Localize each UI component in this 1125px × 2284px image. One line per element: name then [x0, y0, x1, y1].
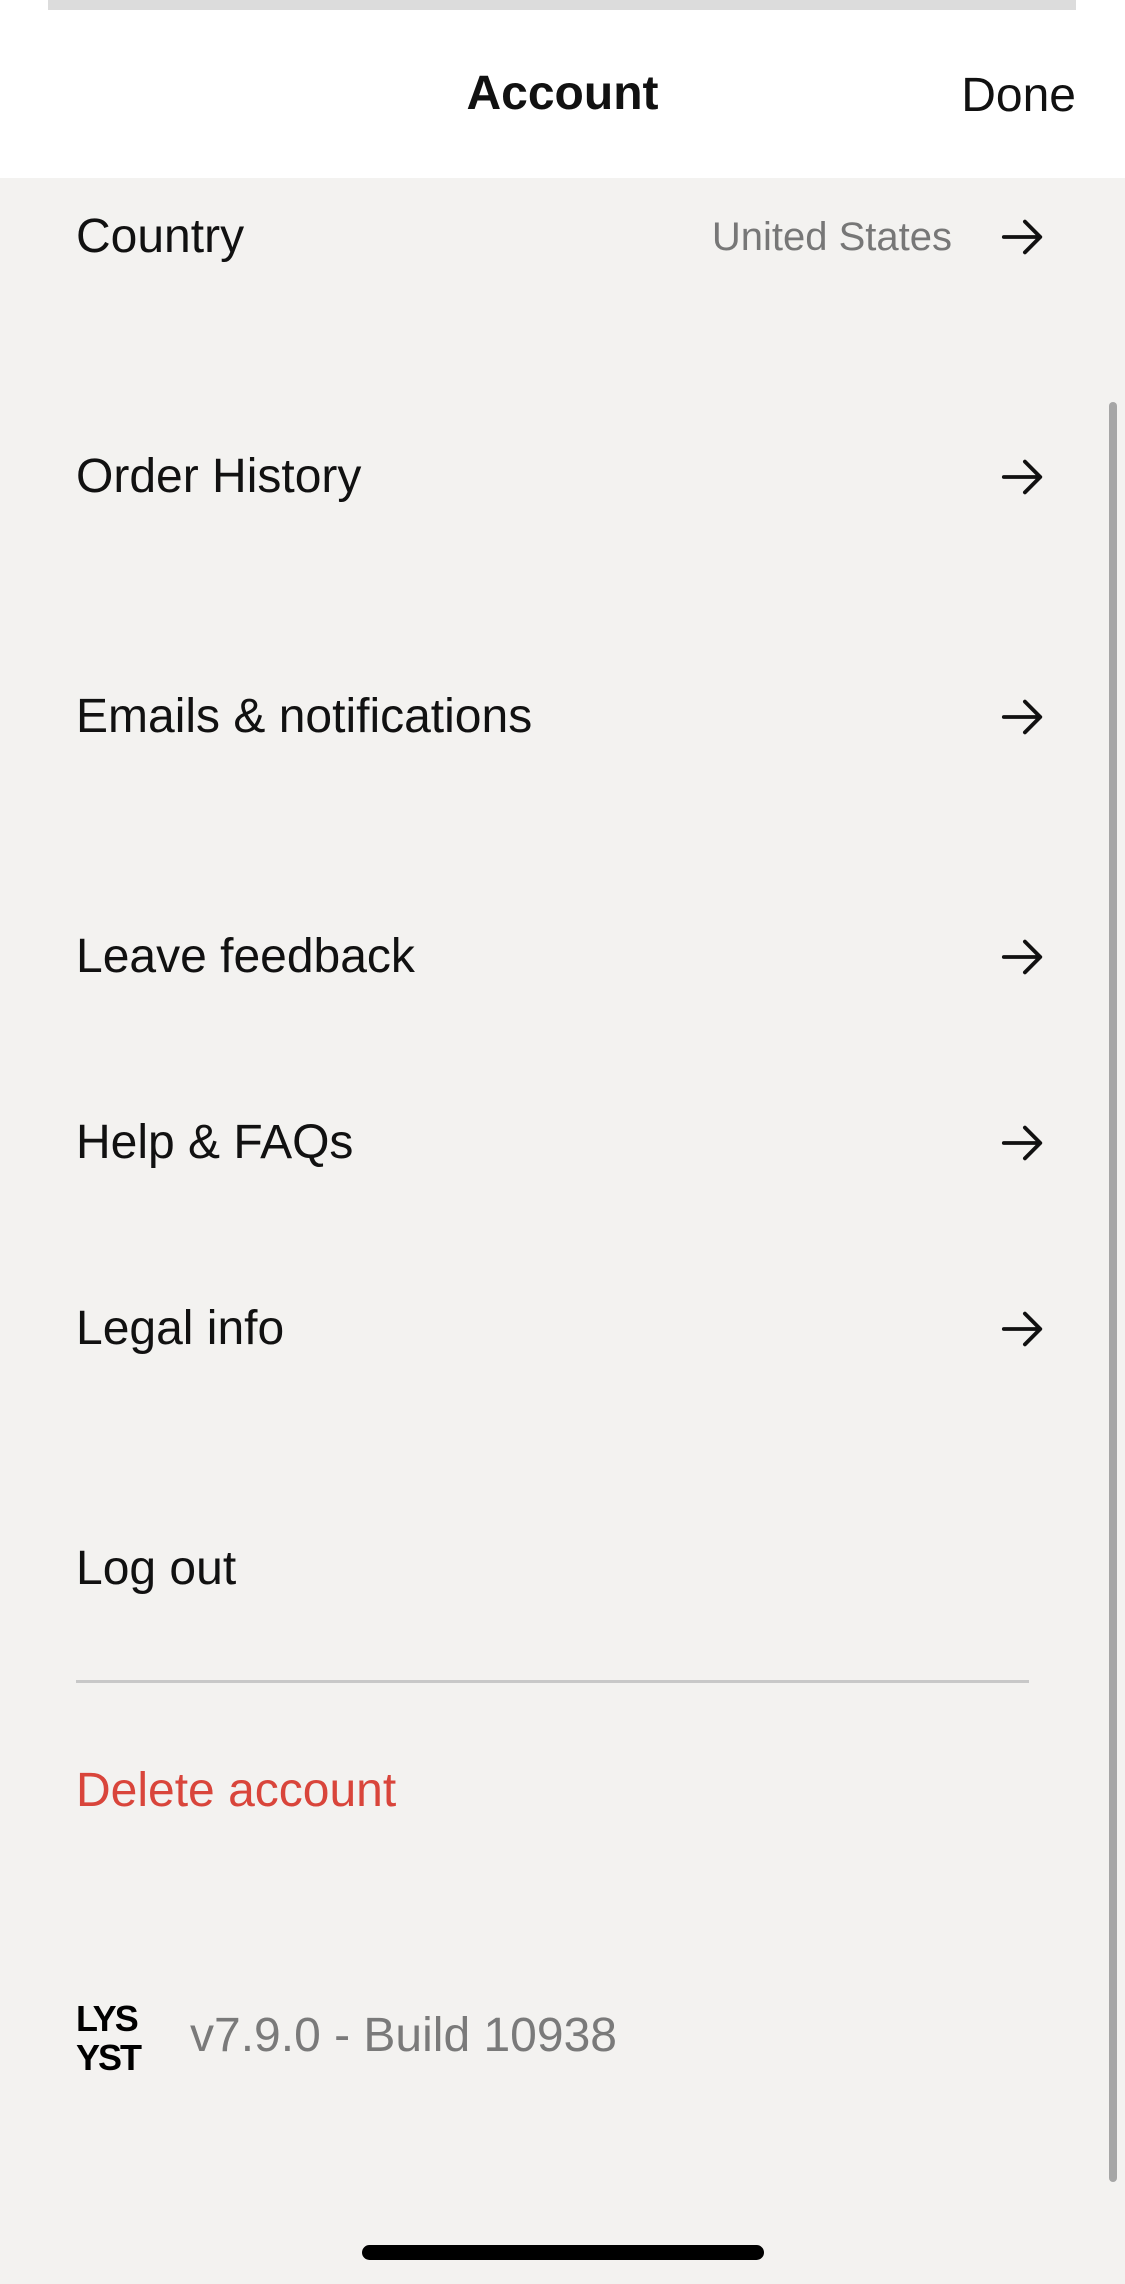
- country-value: United States: [711, 214, 952, 259]
- version-text: v7.9.0 - Build 10938: [190, 2008, 617, 2062]
- page-title: Account: [466, 67, 659, 120]
- menu-item-legal-info[interactable]: Legal info: [76, 1284, 1046, 1374]
- menu-item-label: Help & FAQs: [76, 1116, 354, 1169]
- menu-item-leave-feedback[interactable]: Leave feedback: [76, 912, 1046, 1002]
- navigation-header: Account Done: [0, 0, 1125, 178]
- menu-item-label: Country: [76, 210, 245, 263]
- app-version-footer: LYS YST v7.9.0 - Build 10938: [76, 1995, 617, 2075]
- arrow-right-icon: [1001, 219, 1043, 255]
- menu-item-label: Legal info: [76, 1302, 285, 1355]
- menu-item-country[interactable]: Country United States: [76, 192, 1046, 282]
- delete-account-label: Delete account: [76, 1764, 397, 1817]
- section-divider: [76, 1680, 1029, 1683]
- done-button[interactable]: Done: [961, 66, 1076, 126]
- sheet-top-edge: [48, 0, 1076, 10]
- arrow-right-icon: [1001, 1311, 1043, 1347]
- home-indicator: [362, 2245, 764, 2260]
- arrow-right-icon: [1001, 459, 1043, 495]
- arrow-right-icon: [1001, 699, 1043, 735]
- menu-item-emails-notifications[interactable]: Emails & notifications: [76, 672, 1046, 762]
- arrow-right-icon: [1001, 1125, 1043, 1161]
- menu-item-label: Order History: [76, 450, 362, 503]
- lyst-logo: LYS YST: [76, 1998, 144, 2072]
- log-out-label: Log out: [76, 1542, 237, 1595]
- menu-item-label: Emails & notifications: [76, 690, 533, 743]
- log-out-button[interactable]: Log out: [76, 1524, 1046, 1614]
- logo-text-top: LYS: [76, 1998, 138, 2039]
- scrollbar[interactable]: [1109, 402, 1117, 2182]
- arrow-right-icon: [1001, 939, 1043, 975]
- logo-text-bottom: YST: [76, 2037, 142, 2072]
- menu-item-label: Leave feedback: [76, 930, 415, 983]
- menu-item-order-history[interactable]: Order History: [76, 432, 1046, 522]
- delete-account-button[interactable]: Delete account: [76, 1746, 1046, 1836]
- menu-item-help-faqs[interactable]: Help & FAQs: [76, 1098, 1046, 1188]
